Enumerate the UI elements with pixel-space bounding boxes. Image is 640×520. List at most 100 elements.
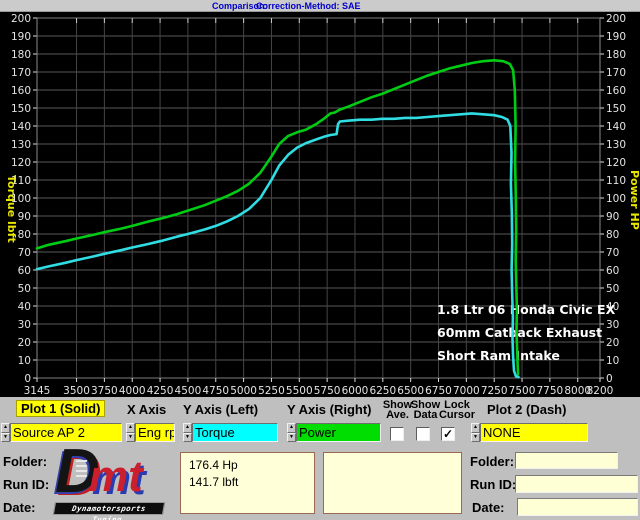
y-axis-right-spinner[interactable]: ▲▼	[287, 423, 296, 442]
plot2-combo[interactable]: ▲▼ NONE	[471, 423, 588, 442]
spinner-up-icon[interactable]: ▲	[471, 423, 480, 433]
svg-text:180: 180	[11, 49, 31, 61]
y-axis-left-combo[interactable]: ▲▼ Torque	[183, 423, 278, 442]
y-axis-left-spinner[interactable]: ▲▼	[183, 423, 192, 442]
svg-text:200: 200	[11, 13, 31, 25]
svg-text:80: 80	[606, 229, 619, 241]
svg-text:170: 170	[11, 67, 31, 79]
svg-text:160: 160	[11, 85, 31, 97]
svg-text:6750: 6750	[425, 385, 452, 397]
svg-text:4250: 4250	[147, 385, 174, 397]
svg-text:90: 90	[606, 211, 619, 223]
svg-text:7250: 7250	[481, 385, 508, 397]
plot1-source-spinner[interactable]: ▲▼	[1, 423, 10, 442]
spinner-up-icon[interactable]: ▲	[183, 423, 192, 433]
svg-text:7750: 7750	[537, 385, 564, 397]
logo-banner-text: Dynamotorsports Tuning	[53, 502, 165, 515]
spinner-down-icon[interactable]: ▼	[126, 433, 135, 443]
plot2-value[interactable]: NONE	[480, 423, 588, 442]
svg-text:6500: 6500	[397, 385, 424, 397]
svg-text:180: 180	[606, 49, 626, 61]
svg-text:40: 40	[18, 301, 31, 313]
comparison-bar: Comparison: Correction-Method: SAE	[0, 0, 640, 12]
svg-text:Power HP: Power HP	[628, 170, 640, 230]
svg-text:110: 110	[606, 175, 626, 187]
spinner-up-icon[interactable]: ▲	[1, 423, 10, 433]
folder-label-right: Folder:	[470, 454, 514, 469]
svg-text:30: 30	[606, 319, 619, 331]
dyno-chart-area[interactable]: 0010102020303040405050606070708080909010…	[0, 12, 640, 397]
svg-text:70: 70	[606, 247, 619, 259]
svg-text:170: 170	[606, 67, 626, 79]
dmt-logo: D mt Dynamotorsports Tuning	[53, 446, 167, 518]
peak-torque-value: 141.7 lbft	[189, 474, 306, 491]
svg-text:6250: 6250	[369, 385, 396, 397]
svg-text:Short Ram Intake: Short Ram Intake	[437, 348, 560, 363]
svg-text:0: 0	[24, 373, 31, 385]
svg-text:7500: 7500	[509, 385, 536, 397]
correction-method-label: Correction-Method: SAE	[256, 1, 361, 11]
spinner-up-icon[interactable]: ▲	[126, 423, 135, 433]
svg-text:60: 60	[18, 265, 31, 277]
date-label-left: Date:	[3, 500, 36, 515]
plot1-results-box: 176.4 Hp 141.7 lbft	[180, 452, 315, 514]
svg-text:60: 60	[606, 265, 619, 277]
plot2-section-label: Plot 2 (Dash)	[487, 402, 566, 417]
y-axis-left-section-label: Y Axis (Left)	[183, 402, 258, 417]
svg-text:8200: 8200	[587, 385, 614, 397]
y-axis-right-section-label: Y Axis (Right)	[287, 402, 372, 417]
x-axis-combo[interactable]: ▲▼ Eng rpm	[126, 423, 175, 442]
svg-text:5250: 5250	[258, 385, 285, 397]
svg-text:30: 30	[18, 319, 31, 331]
date-label-right: Date:	[472, 500, 505, 515]
svg-text:3145: 3145	[24, 385, 51, 397]
svg-text:150: 150	[11, 103, 31, 115]
plot2-results-box	[323, 452, 462, 514]
svg-text:130: 130	[606, 139, 626, 151]
lock-cursor-checkbox[interactable]: ✓	[441, 427, 455, 441]
svg-text:3750: 3750	[91, 385, 118, 397]
svg-text:50: 50	[606, 283, 619, 295]
x-axis-spinner[interactable]: ▲▼	[126, 423, 135, 442]
dyno-app-window: Comparison: Correction-Method: SAE 0 0 10 1…	[0, 0, 640, 520]
svg-text:100: 100	[606, 193, 626, 205]
svg-text:5500: 5500	[286, 385, 313, 397]
svg-text:80: 80	[18, 229, 31, 241]
logo-stripe	[76, 460, 88, 462]
svg-text:160: 160	[606, 85, 626, 97]
y-axis-left-value[interactable]: Torque	[192, 423, 278, 442]
svg-text:90: 90	[18, 211, 31, 223]
x-axis-value[interactable]: Eng rpm	[135, 423, 175, 442]
svg-text:7000: 7000	[453, 385, 480, 397]
show-ave-checkbox[interactable]	[390, 427, 404, 441]
svg-text:10: 10	[606, 355, 619, 367]
logo-stripe	[76, 465, 88, 467]
svg-text:6000: 6000	[342, 385, 369, 397]
plot2-spinner[interactable]: ▲▼	[471, 423, 480, 442]
y-axis-right-combo[interactable]: ▲▼ Power	[287, 423, 381, 442]
folder-input[interactable]	[515, 452, 618, 469]
date-input[interactable]	[517, 498, 638, 516]
spinner-down-icon[interactable]: ▼	[471, 433, 480, 443]
show-data-checkbox[interactable]	[416, 427, 430, 441]
folder-label-left: Folder:	[3, 454, 47, 469]
run-id-input[interactable]	[515, 475, 638, 493]
logo-stripe	[76, 470, 88, 472]
svg-text:5000: 5000	[230, 385, 257, 397]
spinner-down-icon[interactable]: ▼	[287, 433, 296, 443]
spinner-up-icon[interactable]: ▲	[287, 423, 296, 433]
plot1-section-label: Plot 1 (Solid)	[16, 400, 105, 417]
svg-text:50: 50	[18, 283, 31, 295]
svg-text:10: 10	[18, 355, 31, 367]
y-axis-right-value[interactable]: Power	[296, 423, 381, 442]
svg-text:120: 120	[606, 157, 626, 169]
svg-text:60mm Catback Exhaust: 60mm Catback Exhaust	[437, 325, 602, 340]
svg-text:4000: 4000	[119, 385, 146, 397]
spinner-down-icon[interactable]: ▼	[183, 433, 192, 443]
spinner-down-icon[interactable]: ▼	[1, 433, 10, 443]
svg-text:20: 20	[606, 337, 619, 349]
dmt-logo-letters-mt: mt	[89, 452, 143, 502]
svg-text:0: 0	[606, 373, 613, 385]
svg-text:190: 190	[11, 31, 31, 43]
svg-text:150: 150	[606, 103, 626, 115]
